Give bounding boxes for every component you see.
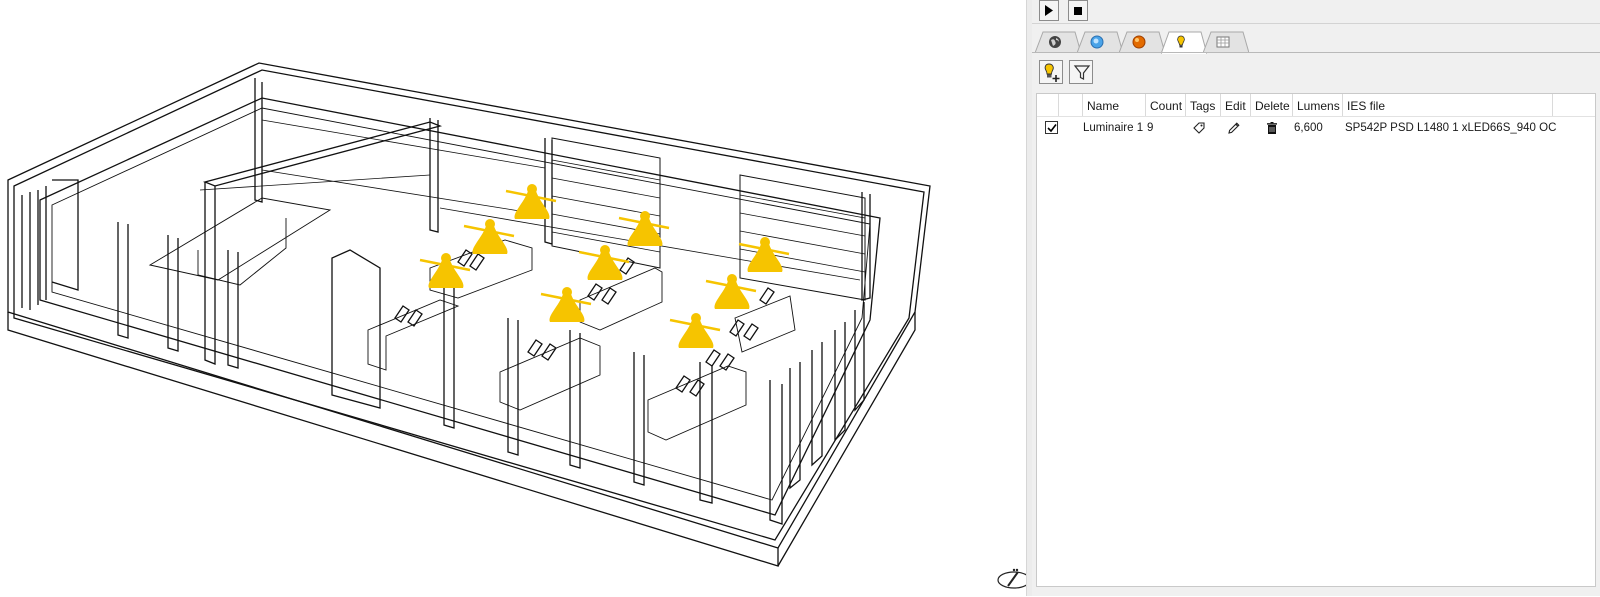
luminaire-marker[interactable] <box>463 219 515 254</box>
header-select <box>1037 94 1059 116</box>
header-tags[interactable]: Tags <box>1186 94 1221 116</box>
tab-table[interactable] <box>1203 31 1249 53</box>
add-luminaire-icon <box>1044 63 1060 82</box>
tab-environment[interactable] <box>1035 31 1081 53</box>
add-luminaire-button[interactable] <box>1039 60 1063 84</box>
luminaire-marker[interactable] <box>419 253 471 288</box>
luminaire-marker[interactable] <box>578 245 630 280</box>
table-icon <box>1216 36 1230 48</box>
stop-icon <box>1074 7 1082 15</box>
play-button[interactable] <box>1039 0 1059 21</box>
tag-icon[interactable] <box>1192 121 1206 135</box>
header-extra <box>1553 94 1595 116</box>
office-wireframe-model[interactable] <box>0 0 1026 596</box>
header-count[interactable]: Count <box>1146 94 1186 116</box>
row-ies-file[interactable]: SP542P PSD L1480 1 xLED66S_940 OC <box>1345 118 1556 138</box>
checkmark-icon <box>1047 124 1057 133</box>
tab-sky[interactable] <box>1077 31 1123 53</box>
luminaire-marker[interactable] <box>540 287 592 322</box>
stop-button[interactable] <box>1068 0 1088 21</box>
luminaire-table: Name Count Tags Edit Delete Lumens IES f… <box>1036 93 1596 587</box>
filter-icon <box>1073 65 1091 80</box>
lightbulb-icon <box>1177 35 1185 48</box>
material-sphere-icon <box>1132 35 1146 49</box>
luminaire-marker[interactable] <box>669 313 721 348</box>
header-blank <box>1059 94 1083 116</box>
luminaire-marker[interactable] <box>738 237 790 272</box>
tab-materials[interactable] <box>1119 31 1165 53</box>
filter-button[interactable] <box>1069 60 1093 84</box>
tab-lights[interactable] <box>1161 31 1207 54</box>
header-name[interactable]: Name <box>1083 94 1146 116</box>
globe-icon <box>1049 36 1061 48</box>
sky-sphere-icon <box>1090 35 1104 49</box>
toolbar-divider <box>1032 23 1600 24</box>
header-edit[interactable]: Edit <box>1221 94 1251 116</box>
play-icon <box>1045 5 1053 16</box>
trash-icon[interactable] <box>1265 121 1279 135</box>
row-lumens: 6,600 <box>1294 122 1323 134</box>
3d-viewport[interactable] <box>0 0 1031 596</box>
header-ies-file[interactable]: IES file <box>1343 94 1553 116</box>
luminaire-marker[interactable] <box>505 184 557 219</box>
luminaire-marker[interactable] <box>618 211 670 246</box>
header-lumens[interactable]: Lumens <box>1293 94 1343 116</box>
table-header: Name Count Tags Edit Delete Lumens IES f… <box>1037 94 1595 117</box>
header-delete[interactable]: Delete <box>1251 94 1293 116</box>
lights-panel: Name Count Tags Edit Delete Lumens IES f… <box>1032 0 1600 596</box>
row-visibility-checkbox[interactable] <box>1045 121 1058 134</box>
row-count: 9 <box>1147 122 1154 134</box>
tab-strip-divider <box>1032 52 1600 53</box>
pencil-icon[interactable] <box>1227 121 1241 135</box>
row-name[interactable]: Luminaire 1 <box>1083 118 1143 138</box>
